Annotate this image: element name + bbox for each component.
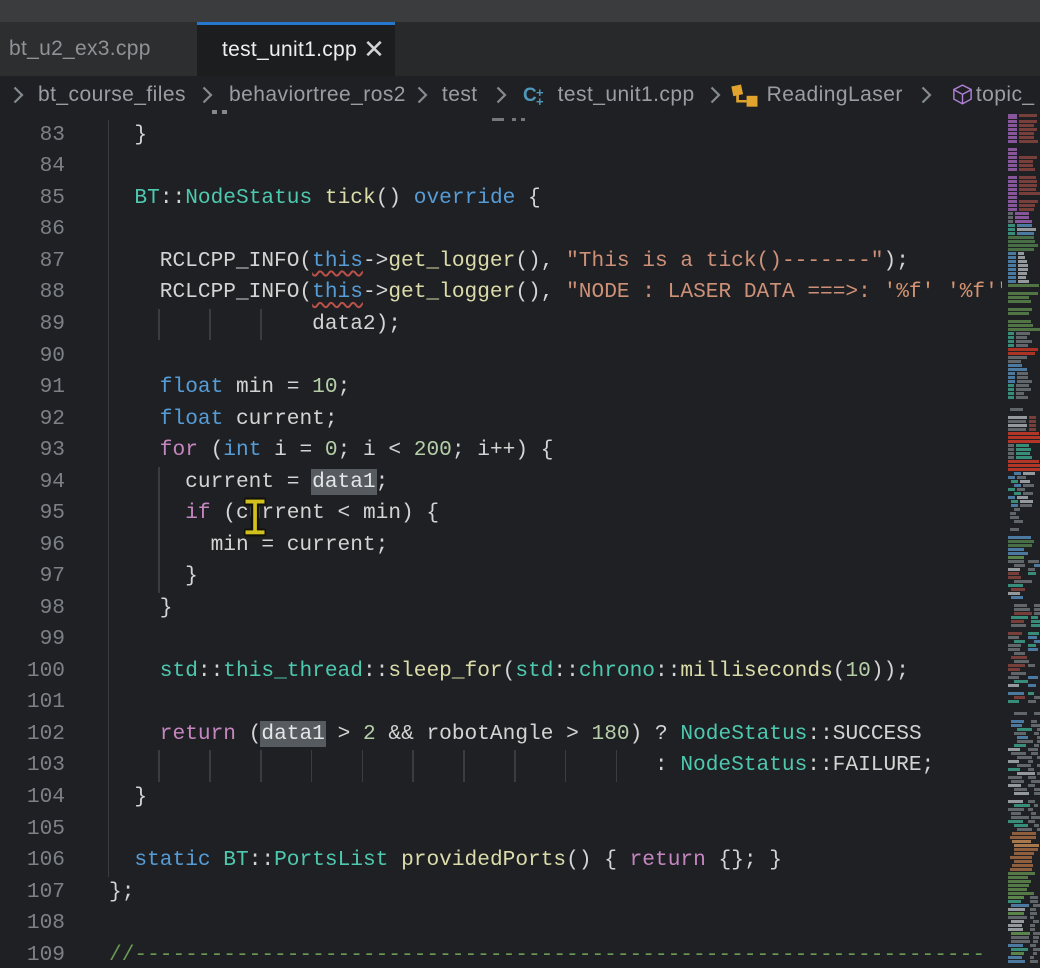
svg-text:+: + — [536, 94, 544, 107]
